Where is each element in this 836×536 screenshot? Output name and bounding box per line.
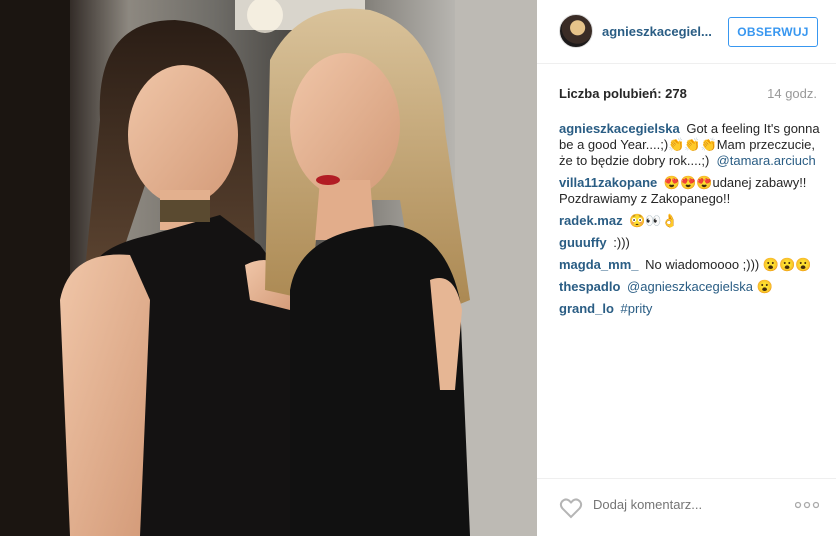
- post-timestamp[interactable]: 14 godz.: [767, 86, 817, 101]
- comment-username[interactable]: guuuffy: [559, 235, 607, 250]
- author-username[interactable]: agnieszkacegiel...: [602, 24, 717, 39]
- comment-username[interactable]: magda_mm_: [559, 257, 638, 272]
- comment: thespadlo @agnieszkacegielska 😮: [559, 279, 821, 295]
- comment-username[interactable]: agnieszkacegielska: [559, 121, 680, 136]
- heart-icon[interactable]: [559, 497, 583, 519]
- comment-hashtag[interactable]: #prity: [621, 301, 653, 316]
- comment: magda_mm_ No wiadomoooo ;))) 😮😮😮: [559, 257, 821, 273]
- comment-username[interactable]: villa11zakopane: [559, 175, 657, 190]
- add-comment-input[interactable]: [593, 497, 773, 512]
- comment-mention[interactable]: @tamara.arciuch: [717, 153, 816, 168]
- post-meta: Liczba polubień: 278 14 godz.: [559, 86, 817, 104]
- post-photo[interactable]: [0, 0, 537, 536]
- post-sidebar: agnieszkacegiel... OBSERWUJ Liczba polub…: [537, 0, 836, 536]
- comment-text: :))): [613, 235, 630, 250]
- comment-username[interactable]: thespadlo: [559, 279, 620, 294]
- follow-button[interactable]: OBSERWUJ: [728, 17, 818, 47]
- more-options-icon[interactable]: [795, 501, 819, 509]
- comment-text: No wiadomoooo ;))) 😮😮😮: [645, 257, 812, 272]
- comment-text: 😳👀👌: [629, 213, 678, 228]
- likes-count[interactable]: Liczba polubień: 278: [559, 86, 687, 101]
- post-footer: [537, 478, 836, 536]
- photo-illustration: [0, 0, 537, 536]
- comment: villa11zakopane 😍😍😍udanej zabawy!! Pozdr…: [559, 175, 821, 207]
- comment: agnieszkacegielska Got a feeling It's go…: [559, 121, 821, 169]
- avatar[interactable]: [559, 14, 593, 48]
- comment-username[interactable]: radek.maz: [559, 213, 623, 228]
- comment-username[interactable]: grand_lo: [559, 301, 614, 316]
- comment-mention[interactable]: @agnieszkacegielska 😮: [627, 279, 773, 294]
- comment-list: agnieszkacegielska Got a feeling It's go…: [559, 121, 821, 323]
- comment: grand_lo #prity: [559, 301, 821, 317]
- comment: guuuffy :))): [559, 235, 821, 251]
- comment: radek.maz 😳👀👌: [559, 213, 821, 229]
- post-header: agnieszkacegiel... OBSERWUJ: [537, 0, 836, 64]
